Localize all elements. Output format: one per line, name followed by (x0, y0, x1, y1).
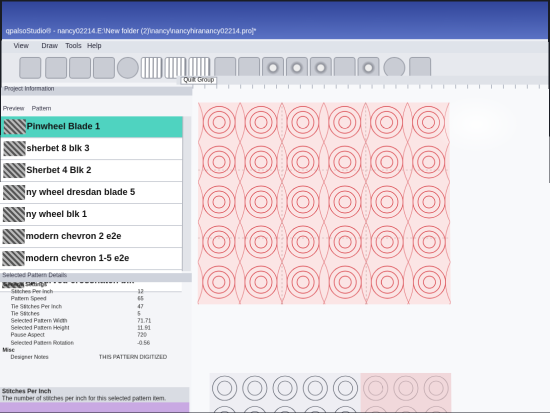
details-key: Misc (2, 347, 15, 354)
details-row: Stitches Per Inch 12 (0, 289, 190, 296)
details-key: Pause Aspect (10, 332, 45, 339)
pattern-name: ny wheel dresdan blade 5 (26, 187, 136, 198)
details-key: Selected Pattern Rotation (10, 340, 74, 347)
menu-tools[interactable]: Tools (65, 43, 81, 50)
shapes-icon[interactable] (92, 56, 115, 79)
pattern-thumbnail (2, 251, 25, 267)
details-row: Pause Aspect 720 (0, 333, 190, 340)
menu-draw[interactable]: Draw (41, 43, 57, 50)
pattern-thumbnail (2, 206, 25, 223)
details-key: Tie Stitches Per Inch (10, 303, 62, 310)
pattern-thumbnail (3, 141, 26, 157)
list-item[interactable]: ny wheel blk 1 (0, 204, 183, 227)
panel-tabs: Preview Pattern (3, 106, 57, 112)
details-value[interactable]: 12 (138, 289, 144, 295)
details-value[interactable]: THIS PATTERN DIGITIZED (99, 355, 167, 361)
project-info-header: Project Information (1, 86, 193, 96)
details-row: Pattern Speed 65 (0, 297, 190, 304)
help-status: Stitches Per Inch The number of stitches… (0, 387, 190, 413)
pattern-name: modern chevron 2 e2e (25, 231, 122, 242)
document-tabs: Quilt Group (176, 75, 549, 85)
details-row: Tie Stitches Per Inch 47 (0, 304, 190, 311)
grid-icon[interactable] (140, 56, 163, 79)
details-value[interactable]: 11.91 (137, 326, 150, 332)
quilt-pattern-preview-2 (209, 372, 452, 413)
details-key: General Settings (3, 282, 48, 289)
details-key: Tie Stitches (10, 311, 40, 318)
details-value[interactable]: 65 (137, 297, 143, 303)
bucket-icon[interactable] (45, 56, 68, 79)
details-row: Tie Stitches 5 (0, 311, 190, 318)
pattern-thumbnail (3, 185, 26, 201)
status-strip (0, 402, 190, 413)
pattern-details: General Settings Stitches Per Inch 12 Pat… (0, 282, 190, 362)
details-key: Stitches Per Inch (11, 289, 53, 296)
tab-preview[interactable]: Preview (3, 106, 24, 112)
details-value[interactable]: 47 (137, 304, 143, 310)
tab-pattern[interactable]: Pattern (32, 106, 51, 112)
align-icon[interactable] (69, 56, 92, 79)
pattern-name: Sherbet 4 Blk 2 (26, 165, 92, 176)
application-screen: qpalsoStudio® - nancy02214.E:\New folder… (0, 1, 550, 413)
details-key: Designer Notes (10, 354, 49, 361)
record-icon[interactable] (116, 56, 139, 79)
list-item[interactable]: Sherbet 4 Blk 2 (0, 160, 183, 183)
details-row: Misc (0, 347, 190, 354)
list-item[interactable]: sherbet 8 blk 3 (0, 138, 183, 161)
pattern-thumbnail (2, 229, 25, 245)
quilt-pattern-preview (197, 102, 451, 305)
pattern-name: ny wheel blk 1 (25, 208, 88, 219)
list-item[interactable]: Pinwheel Blade 1 (0, 116, 183, 139)
details-value[interactable]: 720 (137, 333, 146, 339)
details-row: General Settings (0, 282, 190, 289)
title-bar: qpalsoStudio® - nancy02214.E:\New folder… (1, 1, 549, 40)
pattern-thumbnail (3, 119, 26, 135)
pattern-name: Pinwheel Blade 1 (26, 121, 101, 132)
details-row: Selected Pattern Width 71.71 (0, 318, 190, 325)
details-row: Selected Pattern Rotation -0.56 (0, 340, 190, 347)
details-key: Selected Pattern Height (10, 325, 70, 332)
details-header: Selected Pattern Details (0, 273, 192, 283)
stop-icon[interactable] (19, 56, 42, 79)
pattern-name: modern chevron 1-5 e2e (25, 253, 130, 264)
pattern-name: sherbet 8 blk 3 (26, 143, 90, 154)
details-key: Selected Pattern Width (10, 318, 68, 325)
design-canvas[interactable] (191, 84, 550, 413)
list-item[interactable]: modern chevron 2 e2e (0, 226, 182, 249)
tab-quilt-group[interactable]: Quilt Group (180, 76, 217, 85)
pattern-list-scrollbar[interactable] (181, 116, 192, 272)
status-title: Stitches Per Inch (2, 389, 52, 396)
pattern-thumbnail (3, 163, 26, 179)
details-row: Designer Notes THIS PATTERN DIGITIZED (0, 355, 190, 362)
menu-help[interactable]: Help (87, 43, 101, 50)
menu-view[interactable]: View (14, 43, 29, 50)
canvas-ruler (192, 84, 549, 89)
window-title: qpalsoStudio® - nancy02214.E:\New folder… (5, 28, 257, 36)
pattern-list: Pinwheel Blade 1 sherbet 8 blk 3 Sherbet… (0, 116, 183, 293)
details-value[interactable]: 5 (137, 311, 140, 317)
list-item[interactable]: modern chevron 1-5 e2e (0, 248, 182, 271)
details-value[interactable]: -0.56 (137, 340, 150, 346)
list-item[interactable]: ny wheel dresdan blade 5 (0, 182, 183, 205)
details-key: Pattern Speed (11, 296, 47, 303)
menu-bar: View Draw Tools Help (1, 41, 549, 54)
details-row: Selected Pattern Height 11.91 (0, 326, 190, 333)
details-value[interactable]: 71.71 (137, 318, 151, 324)
